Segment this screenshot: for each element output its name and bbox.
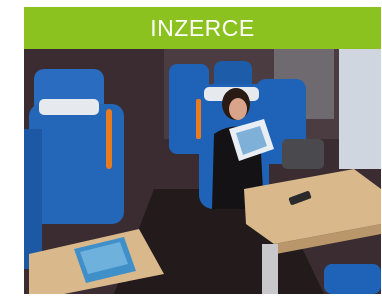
advert-banner: INZERCE — [24, 7, 381, 49]
banner-title: INZERCE — [150, 14, 255, 41]
woman-face — [229, 98, 247, 120]
advert-card[interactable]: INZERCE — [24, 7, 381, 294]
advert-photo[interactable] — [24, 49, 381, 294]
seat-right-front — [324, 264, 381, 294]
seat-handle-left — [106, 109, 112, 169]
headrest-left — [39, 99, 99, 115]
seat-left-edge — [24, 129, 42, 269]
table-leg — [262, 244, 278, 294]
bag — [282, 139, 324, 169]
curtain — [339, 49, 381, 169]
seat-handle-woman — [196, 99, 201, 139]
